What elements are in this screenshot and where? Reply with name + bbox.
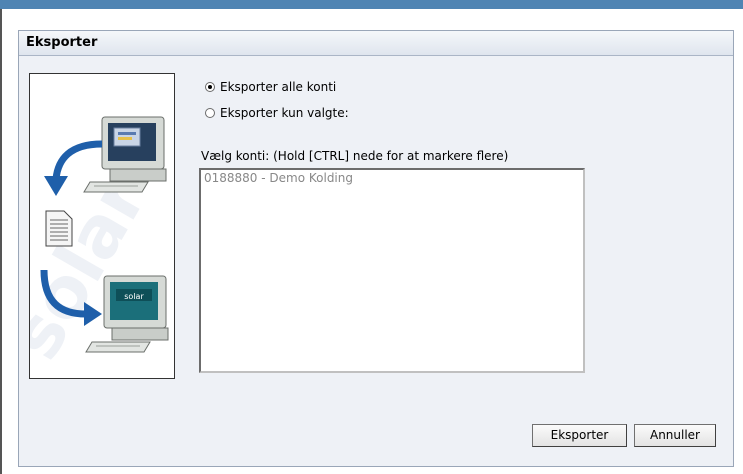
arrow-head-down-icon (44, 176, 68, 196)
export-button[interactable]: Eksporter (532, 424, 627, 447)
document-icon (45, 210, 73, 247)
export-dialog: Eksporter solar solar Eksporter alle kon… (18, 30, 734, 467)
solar-watermark: solar (30, 162, 163, 373)
top-bar (0, 0, 743, 9)
list-item[interactable]: 0188880 - Demo Kolding (201, 170, 583, 186)
dialog-title: Eksporter (19, 31, 733, 56)
radio-export-all[interactable]: Eksporter alle konti (205, 79, 336, 95)
radio-button-checked[interactable] (205, 82, 215, 92)
radio-export-selected-label: Eksporter kun valgte: (220, 106, 349, 120)
window-left-border (0, 9, 2, 474)
export-illustration: solar solar (29, 73, 175, 379)
cancel-button[interactable]: Annuller (634, 424, 716, 447)
accounts-label: Vælg konti: (Hold [CTRL] nede for at mar… (201, 149, 509, 163)
radio-export-all-label: Eksporter alle konti (220, 80, 337, 94)
radio-button-unchecked[interactable] (205, 108, 215, 118)
solar-screen-logo: solar (124, 292, 144, 301)
radio-export-selected[interactable]: Eksporter kun valgte: (205, 105, 349, 121)
illustration-graphic: solar solar (30, 116, 169, 373)
accounts-listbox[interactable]: 0188880 - Demo Kolding (199, 168, 585, 373)
